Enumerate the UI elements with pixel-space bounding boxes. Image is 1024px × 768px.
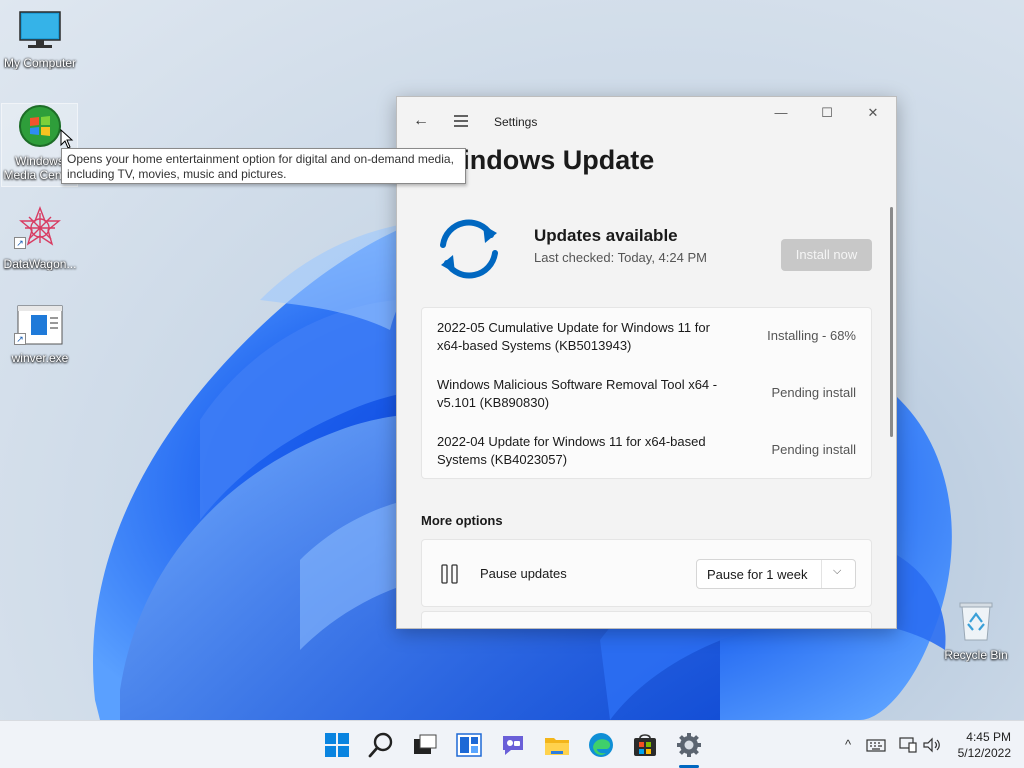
search-icon[interactable]: [367, 731, 395, 759]
store-icon[interactable]: [631, 731, 659, 759]
desktop-icon-label: Recycle Bin: [944, 648, 1008, 662]
desktop-icon-label: My Computer: [3, 56, 77, 70]
shortcut-arrow-icon: ↗: [14, 333, 26, 345]
widgets-icon[interactable]: [455, 731, 483, 759]
volume-icon[interactable]: [922, 735, 942, 755]
update-status-text: Pending install: [771, 385, 856, 400]
clock-time: 4:45 PM: [966, 730, 1011, 744]
dropdown-divider: [821, 560, 822, 588]
settings-icon[interactable]: [675, 731, 703, 759]
start-icon[interactable]: [323, 731, 351, 759]
update-row: 2022-05 Cumulative Update for Windows 11…: [422, 308, 871, 365]
mouse-cursor-icon: [60, 129, 74, 149]
recycle-bin-icon: [959, 602, 993, 641]
pause-icon: [441, 564, 458, 584]
next-option-card[interactable]: [421, 611, 872, 628]
chevron-down-icon[interactable]: ⌵: [833, 565, 841, 578]
back-arrow-icon[interactable]: ←: [409, 109, 433, 133]
title-bar[interactable]: ← Settings — ☐ ✕: [397, 97, 896, 145]
desktop-icon-recycle-bin[interactable]: Recycle Bin: [936, 600, 1016, 662]
sync-icon: [440, 219, 498, 279]
desktop-icon-datawagon[interactable]: ↗ DataWagon...: [0, 205, 80, 271]
system-clock[interactable]: 4:45 PM 5/12/2022: [945, 729, 1011, 761]
desktop-icon-label: DataWagon...: [3, 257, 77, 271]
maximize-button[interactable]: ☐: [804, 97, 850, 129]
update-name: Windows Malicious Software Removal Tool …: [437, 377, 718, 410]
network-icon[interactable]: [898, 735, 918, 755]
chevron-up-icon[interactable]: ^: [838, 735, 858, 755]
close-button[interactable]: ✕: [850, 97, 896, 129]
pause-updates-label: Pause updates: [480, 566, 567, 581]
taskbar: ^ 4:45 PM 5/12/2022: [0, 720, 1024, 768]
pause-duration-dropdown[interactable]: Pause for 1 week ⌵: [696, 559, 856, 589]
settings-window[interactable]: ← Settings — ☐ ✕ Windows Update Updates …: [396, 96, 897, 629]
desktop-icon-my-computer[interactable]: My Computer: [0, 10, 80, 70]
monitor-icon: [19, 11, 61, 48]
clock-date: 5/12/2022: [957, 746, 1011, 760]
edge-icon[interactable]: [587, 731, 615, 759]
minimize-button[interactable]: —: [758, 97, 804, 129]
menu-hamburger-icon[interactable]: [449, 109, 473, 133]
update-name: 2022-04 Update for Windows 11 for x64-ba…: [437, 434, 706, 467]
windows-media-center-icon: [18, 105, 61, 147]
update-status-text: Installing - 68%: [767, 328, 856, 343]
pause-duration-value: Pause for 1 week: [707, 567, 808, 582]
desktop-icon-label: winver.exe: [11, 351, 69, 365]
chat-icon[interactable]: [499, 731, 527, 759]
update-status-text: Pending install: [771, 442, 856, 457]
last-checked-text: Last checked: Today, 4:24 PM: [534, 250, 707, 265]
update-status: Updates available Last checked: Today, 4…: [421, 207, 873, 289]
more-options-heading: More options: [421, 513, 503, 528]
window-title: Settings: [494, 115, 538, 129]
update-row: 2022-04 Update for Windows 11 for x64-ba…: [422, 422, 871, 479]
shortcut-arrow-icon: ↗: [14, 237, 26, 249]
tooltip: Opens your home entertainment option for…: [61, 148, 466, 184]
update-row: Windows Malicious Software Removal Tool …: [422, 365, 871, 422]
page-title: Windows Update: [437, 145, 655, 175]
update-list: 2022-05 Cumulative Update for Windows 11…: [421, 307, 872, 479]
desktop-icon-winver[interactable]: ↗ winver.exe: [0, 305, 80, 365]
status-heading: Updates available: [534, 226, 678, 245]
update-name: 2022-05 Cumulative Update for Windows 11…: [437, 320, 710, 353]
keyboard-icon[interactable]: [866, 735, 886, 755]
file-explorer-icon[interactable]: [543, 731, 571, 759]
pause-updates-card: Pause updates Pause for 1 week ⌵: [421, 539, 872, 607]
task-view-icon[interactable]: [411, 731, 439, 759]
install-now-button[interactable]: Install now: [781, 239, 872, 271]
scrollbar[interactable]: [890, 207, 893, 437]
